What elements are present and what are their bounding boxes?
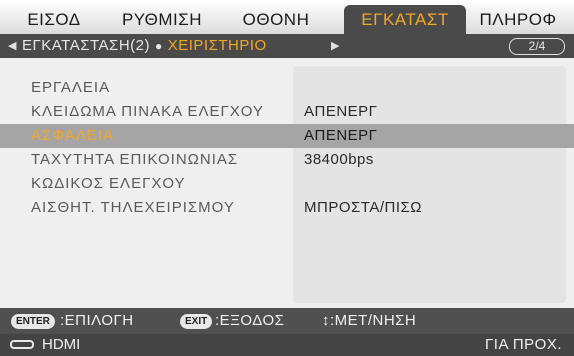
tab-display[interactable]: ΟΘΟΝΗ bbox=[228, 7, 324, 34]
tab-setup[interactable]: ΕΓΚΑΤΑΣΤ bbox=[344, 5, 466, 35]
menu-row-label: ΑΣΦΑΛΕΙΑ bbox=[31, 127, 115, 144]
breadcrumb-current-section: ΧΕΙΡΙΣΤΗΡΙΟ bbox=[167, 37, 267, 54]
enter-action-label: :ΕΠΙΛΟΓΗ bbox=[60, 312, 134, 329]
menu-row-value: ΑΠΕΝΕΡΓ bbox=[304, 127, 378, 144]
menu-row-value: ΜΠΡΟΣΤΑ/ΠΙΣΩ bbox=[304, 199, 422, 216]
menu-row-control-id[interactable]: ΚΩΔΙΚΟΣ ΕΛΕΓΧΟΥ bbox=[0, 172, 574, 196]
move-action-label: ↕:ΜΕΤ/ΝΗΣΗ bbox=[322, 312, 417, 329]
tab-input[interactable]: ΕΙΣΟΔ bbox=[14, 7, 94, 34]
right-arrow-icon[interactable]: ▶ bbox=[331, 34, 339, 58]
menu-panel: ΕΡΓΑΛΕΙΑ ΚΛΕΙΔΩΜΑ ΠΙΝΑΚΑ ΕΛΕΓΧΟΥ ΑΠΕΝΕΡΓ… bbox=[0, 58, 574, 308]
info-hint-label: ΓΙΑ ΠΡΟΧ. bbox=[485, 336, 562, 353]
page-indicator: 2/4 bbox=[509, 38, 565, 55]
menu-row-communication-speed[interactable]: ΤΑΧΥΤΗΤΑ ΕΠΙΚΟΙΝΩΝΙΑΣ 38400bps bbox=[0, 148, 574, 172]
tab-info[interactable]: ΠΛΗΡΟΦ bbox=[470, 7, 566, 34]
enter-key-icon: ENTER bbox=[11, 314, 55, 329]
breadcrumb-separator-icon: ● bbox=[154, 39, 163, 53]
key-guide: ENTER :ΕΠΙΛΟΓΗ EXIT :ΕΞΟΔΟΣ ↕:ΜΕΤ/ΝΗΣΗ bbox=[0, 308, 574, 334]
hdmi-connector-icon bbox=[10, 340, 34, 349]
tab-adjust[interactable]: ΡΥΘΜΙΣΗ bbox=[110, 7, 214, 34]
projector-osd-menu: ΕΙΣΟΔ ΡΥΘΜΙΣΗ ΟΘΟΝΗ ΕΓΚΑΤΑΣΤ ΠΛΗΡΟΦ ◀ ΕΓ… bbox=[0, 0, 574, 356]
breadcrumb-prev-section[interactable]: ΕΓΚΑΤΑΣΤΑΣΗ(2) bbox=[22, 37, 150, 54]
exit-key-icon: EXIT bbox=[180, 314, 213, 329]
menu-row-value: ΑΠΕΝΕΡΓ bbox=[304, 103, 378, 120]
menu-row-security[interactable]: ΑΣΦΑΛΕΙΑ ΑΠΕΝΕΡΓ bbox=[0, 124, 574, 148]
menu-row-label: ΑΙΣΘΗΤ. ΤΗΛΕΧΕΙΡΙΣΜΟΥ bbox=[31, 199, 235, 216]
menu-row-label: ΤΑΧΥΤΗΤΑ ΕΠΙΚΟΙΝΩΝΙΑΣ bbox=[31, 151, 239, 168]
left-arrow-icon[interactable]: ◀ bbox=[8, 34, 16, 58]
exit-action-label: :ΕΞΟΔΟΣ bbox=[215, 312, 285, 329]
input-source-label: HDMI bbox=[42, 336, 81, 353]
breadcrumb: ΕΓΚΑΤΑΣΤΑΣΗ(2) ● ΧΕΙΡΙΣΤΗΡΙΟ bbox=[22, 34, 267, 58]
footer-bar: ENTER :ΕΠΙΛΟΓΗ EXIT :ΕΞΟΔΟΣ ↕:ΜΕΤ/ΝΗΣΗ H… bbox=[0, 308, 574, 356]
status-line: HDMI ΓΙΑ ΠΡΟΧ. bbox=[0, 334, 574, 356]
menu-tab-bar: ΕΙΣΟΔ ΡΥΘΜΙΣΗ ΟΘΟΝΗ ΕΓΚΑΤΑΣΤ ΠΛΗΡΟΦ bbox=[0, 0, 574, 35]
sub-menu-bar: ◀ ΕΓΚΑΤΑΣΤΑΣΗ(2) ● ΧΕΙΡΙΣΤΗΡΙΟ ▶ 2/4 bbox=[0, 34, 574, 58]
menu-row-label: ΚΩΔΙΚΟΣ ΕΛΕΓΧΟΥ bbox=[31, 175, 186, 192]
menu-row-label: ΚΛΕΙΔΩΜΑ ΠΙΝΑΚΑ ΕΛΕΓΧΟΥ bbox=[31, 103, 264, 120]
menu-row-tools[interactable]: ΕΡΓΑΛΕΙΑ bbox=[0, 76, 574, 100]
menu-row-value: 38400bps bbox=[304, 151, 374, 168]
menu-row-panel-key-lock[interactable]: ΚΛΕΙΔΩΜΑ ΠΙΝΑΚΑ ΕΛΕΓΧΟΥ ΑΠΕΝΕΡΓ bbox=[0, 100, 574, 124]
menu-row-label: ΕΡΓΑΛΕΙΑ bbox=[31, 79, 111, 96]
menu-row-remote-sensor[interactable]: ΑΙΣΘΗΤ. ΤΗΛΕΧΕΙΡΙΣΜΟΥ ΜΠΡΟΣΤΑ/ΠΙΣΩ bbox=[0, 196, 574, 220]
